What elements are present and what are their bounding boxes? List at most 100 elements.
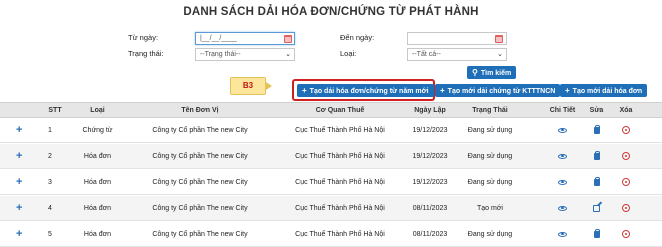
edit-icon <box>593 204 600 212</box>
cell-stt: 1 <box>48 127 52 134</box>
search-button[interactable]: ⚲ Tìm kiếm <box>467 66 517 79</box>
edit-button[interactable] <box>584 118 609 143</box>
expand-icon[interactable]: + <box>16 118 22 143</box>
cell-unit-name: Công ty Cổ phần The new City <box>152 153 248 160</box>
eye-icon <box>558 127 567 133</box>
plus-icon: + <box>565 86 570 95</box>
detail-button[interactable] <box>545 222 580 247</box>
delete-icon <box>622 152 630 161</box>
cell-tax-office: Cục Thuế Thành Phố Hà Nội <box>295 153 385 160</box>
delete-icon <box>622 178 630 187</box>
edit-button[interactable] <box>584 170 609 195</box>
cell-type: Hóa đơn <box>83 231 112 238</box>
status-select[interactable]: --Trạng thái-- ⌄ <box>195 48 295 61</box>
delete-icon <box>622 230 630 239</box>
cell-date: 08/11/2023 <box>412 231 448 238</box>
delete-button[interactable] <box>612 222 640 247</box>
edit-button[interactable] <box>584 144 609 169</box>
create-range-year-label: Tạo dải hóa đơn/chứng từ năm mới <box>309 88 429 95</box>
bag-icon <box>593 176 600 186</box>
table-row: + 2 Hóa đơn Công ty Cổ phần The new City… <box>0 144 662 169</box>
cell-stt: 2 <box>48 153 52 160</box>
cell-unit-name: Công ty Cổ phần The new City <box>152 231 248 238</box>
create-range-tncn-label: Tạo mới dải chứng từ KTTTNCN <box>447 88 556 95</box>
expand-icon[interactable]: + <box>16 170 22 195</box>
cell-tax-office: Cục Thuế Thành Phố Hà Nội <box>295 127 385 134</box>
eye-icon <box>558 179 567 185</box>
cell-status: Đang sử dụng <box>467 127 513 134</box>
search-button-label: Tìm kiếm <box>480 70 512 77</box>
col-tax-office[interactable]: Cơ Quan Thuế <box>270 103 410 119</box>
delete-button[interactable] <box>612 144 640 169</box>
table-row: + 1 Chứng từ Công ty Cổ phần The new Cit… <box>0 118 662 143</box>
step-callout: B3 <box>230 77 266 95</box>
expand-icon[interactable]: + <box>16 196 22 221</box>
table-row: + 5 Hóa đơn Công ty Cổ phần The new City… <box>0 222 662 247</box>
cell-unit-name: Công ty Cổ phần The new City <box>152 205 248 212</box>
cell-date: 19/12/2023 <box>412 153 448 160</box>
col-stt[interactable]: STT <box>40 103 70 119</box>
detail-button[interactable] <box>545 170 580 195</box>
edit-button[interactable] <box>584 196 609 221</box>
eye-icon <box>558 205 567 211</box>
create-range-invoice-button[interactable]: + Tạo mới dải hóa đơn <box>560 84 648 97</box>
detail-button[interactable] <box>545 144 580 169</box>
col-type[interactable]: Loại <box>75 103 120 119</box>
plus-icon: + <box>440 86 445 95</box>
cell-type: Chứng từ <box>82 127 113 134</box>
eye-icon <box>558 231 567 237</box>
chevron-down-icon: ⌄ <box>497 51 503 58</box>
cell-type: Hóa đơn <box>83 153 112 160</box>
eye-icon <box>558 153 567 159</box>
cell-date: 08/11/2023 <box>412 205 448 212</box>
plus-icon: + <box>302 86 307 95</box>
status-select-value: --Trạng thái-- <box>200 51 241 58</box>
cell-tax-office: Cục Thuế Thành Phố Hà Nội <box>295 179 385 186</box>
page-title: DANH SÁCH DẢI HÓA ĐƠN/CHỨNG TỪ PHÁT HÀNH <box>183 6 479 18</box>
expand-icon[interactable]: + <box>16 222 22 247</box>
delete-button[interactable] <box>612 118 640 143</box>
type-select-value: --Tất cả-- <box>412 51 441 58</box>
status-label: Trạng thái: <box>128 49 164 58</box>
col-edit: Sửa <box>589 107 604 114</box>
cell-status: Đang sử dụng <box>467 179 513 186</box>
table-row: + 3 Hóa đơn Công ty Cổ phần The new City… <box>0 170 662 195</box>
type-select[interactable]: --Tất cả-- ⌄ <box>407 48 507 61</box>
col-delete: Xóa <box>619 107 633 114</box>
bag-icon <box>593 228 600 238</box>
col-status[interactable]: Trạng Thái <box>455 103 525 119</box>
edit-button[interactable] <box>584 222 609 247</box>
col-detail: Chi Tiết <box>549 107 576 114</box>
cell-unit-name: Công ty Cổ phần The new City <box>152 179 248 186</box>
cell-stt: 5 <box>48 231 52 238</box>
calendar-icon[interactable] <box>495 35 503 43</box>
callout-arrow <box>266 82 272 90</box>
cell-unit-name: Công ty Cổ phần The new City <box>152 127 248 134</box>
delete-icon <box>622 204 630 213</box>
delete-icon <box>622 126 630 135</box>
cell-tax-office: Cục Thuế Thành Phố Hà Nội <box>295 231 385 238</box>
cell-date: 19/12/2023 <box>412 127 448 134</box>
create-range-year-button[interactable]: + Tạo dải hóa đơn/chứng từ năm mới <box>297 84 434 97</box>
calendar-icon[interactable] <box>284 35 292 43</box>
from-date-input[interactable]: |__/__/____ <box>195 32 295 45</box>
cell-stt: 4 <box>48 205 52 212</box>
expand-icon[interactable]: + <box>16 144 22 169</box>
from-date-label: Từ ngày: <box>128 33 159 42</box>
type-label: Loại: <box>340 49 357 58</box>
delete-button[interactable] <box>612 196 640 221</box>
bag-icon <box>593 150 600 160</box>
detail-button[interactable] <box>545 118 580 143</box>
create-range-tncn-button[interactable]: + Tạo mới dải chứng từ KTTTNCN <box>435 84 561 97</box>
to-date-input[interactable] <box>407 32 507 45</box>
delete-button[interactable] <box>612 170 640 195</box>
bag-icon <box>593 124 600 134</box>
cell-tax-office: Cục Thuế Thành Phố Hà Nội <box>295 205 385 212</box>
col-date[interactable]: Ngày Lập <box>405 103 455 119</box>
cell-stt: 3 <box>48 179 52 186</box>
table-header: STT Loại Tên Đơn Vị Cơ Quan Thuế Ngày Lậ… <box>0 102 662 118</box>
to-date-label: Đến ngày: <box>340 33 375 42</box>
col-unit-name[interactable]: Tên Đơn Vị <box>130 103 270 119</box>
cell-type: Hóa đơn <box>83 179 112 186</box>
detail-button[interactable] <box>545 196 580 221</box>
